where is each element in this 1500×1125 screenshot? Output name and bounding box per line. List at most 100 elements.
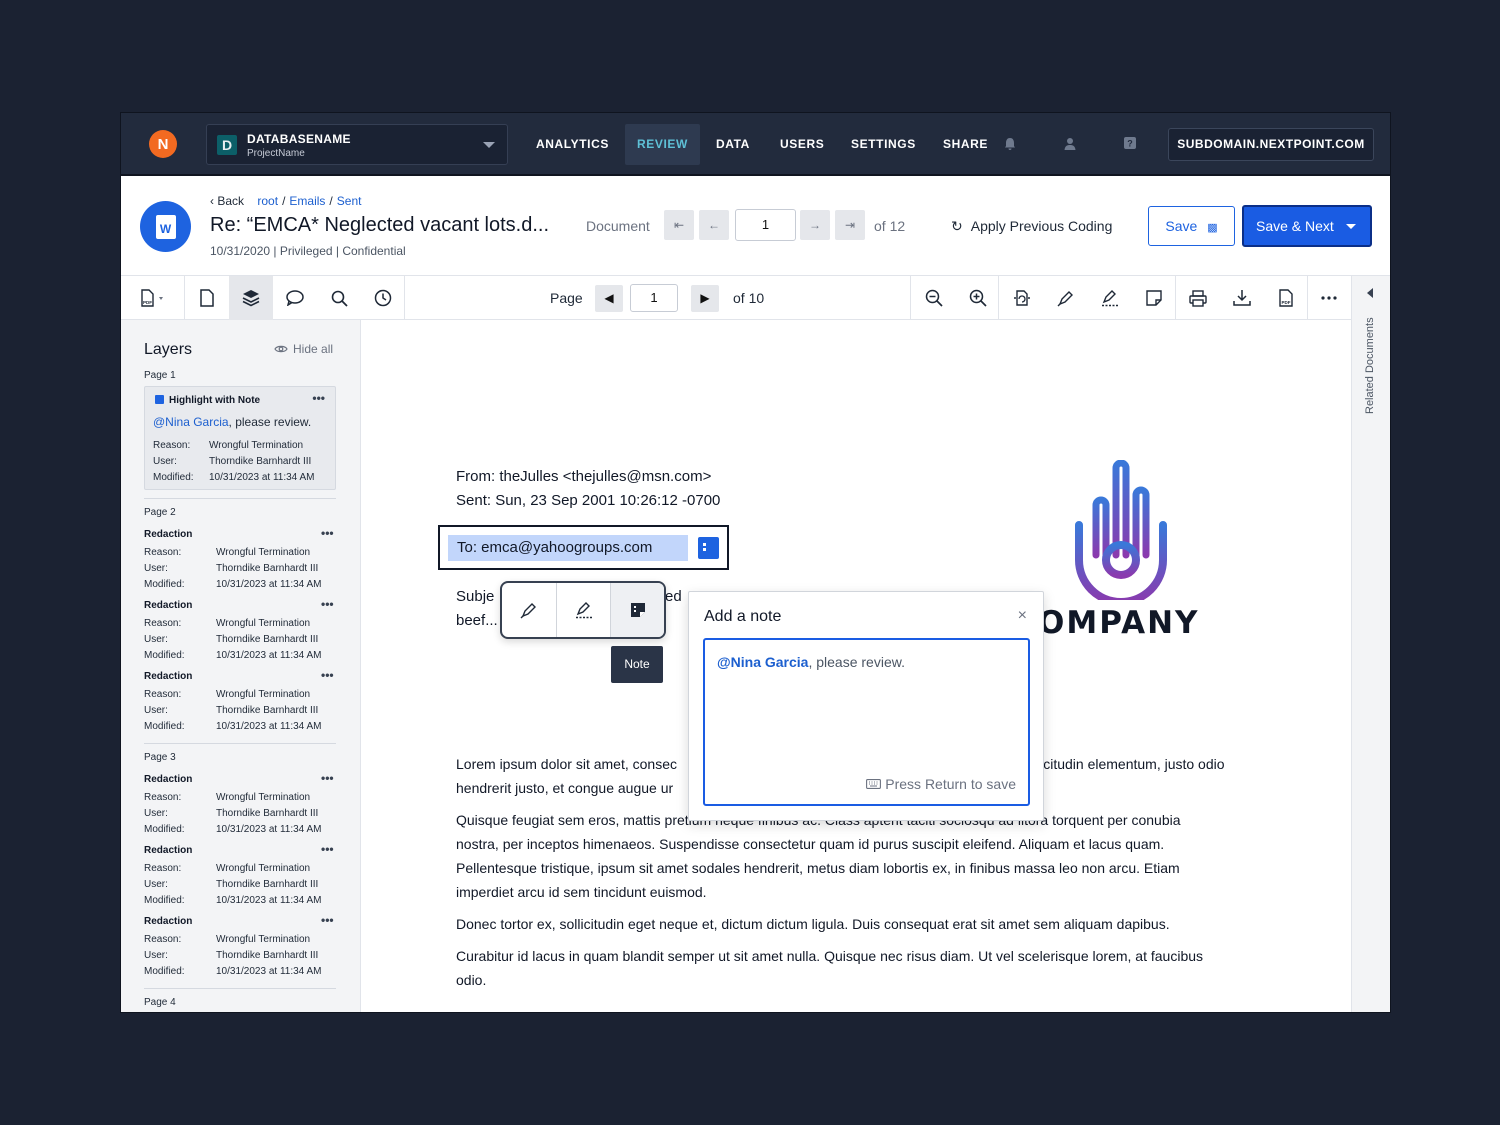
floppy-disk-icon: ▩: [1207, 222, 1218, 234]
first-document-button[interactable]: ⇤: [664, 210, 694, 240]
next-page-button[interactable]: ▶: [691, 285, 719, 312]
breadcrumb: ‹ Back root / Emails / Sent: [210, 194, 362, 208]
save-hint: Press Return to save: [866, 776, 1016, 792]
next-document-button[interactable]: →: [800, 210, 830, 240]
mention-link[interactable]: @Nina Garcia: [153, 415, 229, 429]
export-pdf-icon[interactable]: PDF: [1264, 276, 1308, 320]
more-options-icon[interactable]: •••: [312, 391, 325, 405]
more-options-icon[interactable]: •••: [321, 842, 334, 856]
highlighter-icon[interactable]: [1044, 276, 1088, 320]
email-from: From: theJulles <thejulles@msn.com>: [456, 468, 712, 485]
highlighter-icon[interactable]: [502, 583, 556, 637]
save-button[interactable]: Save ▩: [1148, 206, 1235, 246]
user-row: User: Thorndike Barnhardt III: [144, 705, 319, 716]
more-options-icon[interactable]: •••: [321, 526, 334, 540]
redaction-pen-icon[interactable]: [557, 583, 611, 637]
redaction-pen-icon[interactable]: [1088, 276, 1132, 320]
nav-data[interactable]: DATA: [704, 124, 762, 165]
print-icon[interactable]: [1176, 276, 1220, 320]
nav-analytics[interactable]: ANALYTICS: [524, 124, 621, 165]
previous-document-button[interactable]: ←: [699, 210, 729, 240]
more-options-icon[interactable]: •••: [321, 597, 334, 611]
note-textarea[interactable]: @Nina Garcia, please review. Press Retur…: [703, 638, 1030, 806]
hide-all-button[interactable]: Hide all: [274, 342, 333, 356]
project-name: ProjectName: [247, 148, 305, 159]
modified-row: Modified: 10/31/2023 at 11:34 AM: [144, 966, 322, 977]
previous-page-button[interactable]: ◀: [595, 285, 623, 312]
last-document-button[interactable]: ⇥: [835, 210, 865, 240]
nav-review[interactable]: REVIEW: [625, 124, 700, 165]
database-name: DATABASENAME: [247, 132, 351, 146]
nav-users[interactable]: USERS: [768, 124, 836, 165]
modified-row: Modified: 10/31/2023 at 11:34 AM: [144, 650, 322, 661]
note-text: @Nina Garcia, please review.: [717, 654, 905, 670]
zoom-in-icon[interactable]: [956, 276, 1000, 320]
related-documents-rail[interactable]: Related Documents: [1351, 276, 1390, 1012]
redaction-title[interactable]: Redaction: [144, 600, 192, 611]
document-number-input[interactable]: 1: [735, 209, 796, 241]
note-message: @Nina Garcia, please review.: [153, 415, 312, 429]
add-note-title: Add a note: [704, 608, 782, 625]
nav-settings[interactable]: SETTINGS: [839, 124, 928, 165]
user-row: User: Thorndike Barnhardt III: [144, 563, 319, 574]
document-meta: 10/31/2020 | Privileged | Confidential: [210, 244, 406, 258]
page-number-input[interactable]: 1: [630, 284, 678, 312]
company-wordmark: OMPANY: [1038, 605, 1200, 641]
pdf-dropdown-button[interactable]: PDF: [129, 276, 177, 320]
note-marker-icon[interactable]: [698, 537, 719, 559]
apply-previous-coding-button[interactable]: ↻ Apply Previous Coding: [951, 218, 1112, 235]
highlight-note-card[interactable]: Highlight with Note ••• @Nina Garcia, pl…: [144, 386, 336, 490]
comment-icon[interactable]: [273, 276, 317, 320]
redaction-title[interactable]: Redaction: [144, 916, 192, 927]
help-icon[interactable]: ?: [1123, 137, 1137, 151]
close-icon[interactable]: ×: [1018, 607, 1027, 625]
bell-icon[interactable]: [1003, 137, 1017, 151]
user-icon[interactable]: [1063, 137, 1077, 151]
search-icon[interactable]: [317, 276, 361, 320]
zoom-out-icon[interactable]: [912, 276, 956, 320]
database-selector[interactable]: D DATABASENAME ProjectName: [206, 124, 508, 165]
more-options-icon[interactable]: •••: [321, 668, 334, 682]
highlight-selection[interactable]: To: emca@yahoogroups.com: [438, 525, 729, 570]
chevron-down-icon[interactable]: [1346, 224, 1356, 229]
back-link[interactable]: ‹ Back: [210, 194, 244, 208]
subdomain-button[interactable]: SUBDOMAIN.NEXTPOINT.COM: [1168, 128, 1374, 161]
modified-row: Modified: 10/31/2023 at 11:34 AM: [144, 721, 322, 732]
user-row: User: Thorndike Barnhardt III: [144, 634, 319, 645]
note-icon[interactable]: [611, 583, 664, 637]
history-icon[interactable]: [361, 276, 405, 320]
redaction-title[interactable]: Redaction: [144, 529, 192, 540]
redaction-title[interactable]: Redaction: [144, 774, 192, 785]
database-badge: D: [217, 135, 237, 155]
breadcrumb-emails[interactable]: Emails: [289, 194, 325, 208]
redaction-title[interactable]: Redaction: [144, 845, 192, 856]
more-options-icon[interactable]: •••: [321, 771, 334, 785]
email-to-highlight[interactable]: To: emca@yahoogroups.com: [448, 535, 688, 561]
email-sent: Sent: Sun, 23 Sep 2001 10:26:12 -0700: [456, 492, 721, 509]
user-row: User: Thorndike Barnhardt III: [144, 879, 319, 890]
page-icon[interactable]: [185, 276, 229, 320]
email-subject-end: ed: [665, 588, 682, 605]
download-icon[interactable]: [1220, 276, 1264, 320]
sticky-note-icon[interactable]: [1132, 276, 1176, 320]
document-title: Re: “EMCA* Neglected vacant lots.d...: [210, 214, 550, 236]
nav-share[interactable]: SHARE: [931, 124, 1000, 165]
layers-panel: Layers Hide all Page 1 Highlight with No…: [121, 320, 361, 1012]
note-tooltip: Note: [611, 646, 663, 683]
redaction-title[interactable]: Redaction: [144, 671, 192, 682]
nextpoint-logo[interactable]: N: [149, 130, 177, 158]
more-options-icon[interactable]: [1307, 276, 1351, 320]
more-options-icon[interactable]: •••: [321, 913, 334, 927]
related-documents-label: Related Documents: [1364, 317, 1376, 414]
layers-icon[interactable]: [229, 276, 273, 320]
breadcrumb-root[interactable]: root: [257, 194, 278, 208]
chevron-left-icon[interactable]: [1367, 288, 1373, 298]
document-viewer: From: theJulles <thejulles@msn.com> Sent…: [361, 320, 1351, 1012]
rotate-page-icon[interactable]: [1000, 276, 1044, 320]
layer-title: Highlight with Note: [155, 395, 260, 406]
save-next-button[interactable]: Save & Next: [1242, 205, 1372, 247]
modified-row: Modified: 10/31/2023 at 11:34 AM: [144, 895, 322, 906]
breadcrumb-sent[interactable]: Sent: [337, 194, 362, 208]
page-label: Page: [550, 290, 583, 306]
modified-row: Modified: 10/31/2023 at 11:34 AM: [153, 472, 315, 483]
